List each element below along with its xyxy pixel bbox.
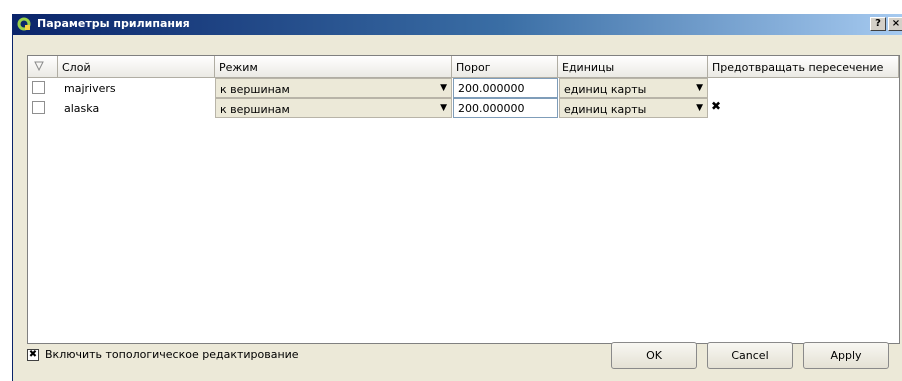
triangle-down-icon: ▼	[696, 103, 703, 113]
filter-triangle-icon	[34, 61, 44, 71]
column-header-layer[interactable]: Слой	[58, 56, 215, 77]
qgis-logo-icon	[17, 17, 31, 31]
close-button[interactable]: ×	[888, 17, 902, 31]
x-check-icon[interactable]: ✖	[711, 100, 721, 112]
snapping-layers-table: Слой Режим Порог Единицы Предотвращать п…	[27, 55, 900, 344]
units-value: единиц карты	[564, 103, 647, 116]
column-header-threshold[interactable]: Порог	[452, 56, 558, 77]
title-bar[interactable]: Параметры прилипания ? ×	[13, 14, 902, 35]
triangle-down-icon: ▼	[440, 103, 447, 113]
mode-select[interactable]: к вершинам ▼	[215, 98, 452, 118]
table-row: alaska к вершинам ▼ 200.000000 единиц ка…	[28, 98, 899, 118]
triangle-down-icon: ▼	[440, 83, 447, 93]
ok-button[interactable]: OK	[611, 342, 697, 369]
column-header-units[interactable]: Единицы	[558, 56, 708, 77]
mode-select[interactable]: к вершинам ▼	[215, 78, 452, 98]
snapping-options-dialog: Параметры прилипания ? × Слой Режим Поро…	[12, 14, 902, 381]
dialog-title: Параметры прилипания	[37, 17, 190, 30]
table-row: majrivers к вершинам ▼ 200.000000 единиц…	[28, 78, 899, 98]
threshold-input[interactable]: 200.000000	[453, 98, 558, 118]
topology-editing-checkbox[interactable]: ✖	[27, 349, 39, 361]
avoid-intersections-cell[interactable]: ✖	[708, 98, 899, 118]
mode-value: к вершинам	[220, 103, 290, 116]
layer-name: majrivers	[64, 82, 116, 95]
mode-value: к вершинам	[220, 83, 290, 96]
threshold-input[interactable]: 200.000000	[453, 78, 558, 98]
units-select[interactable]: единиц карты ▼	[559, 78, 708, 98]
topology-editing-label: Включить топологическое редактирование	[45, 348, 299, 361]
layer-enabled-checkbox[interactable]	[32, 81, 45, 94]
help-button[interactable]: ?	[870, 17, 886, 31]
apply-button[interactable]: Apply	[803, 342, 889, 369]
avoid-intersections-cell[interactable]	[708, 78, 899, 98]
triangle-down-icon: ▼	[696, 83, 703, 93]
header-corner[interactable]	[28, 56, 58, 77]
cancel-button[interactable]: Cancel	[707, 342, 793, 369]
table-header: Слой Режим Порог Единицы Предотвращать п…	[28, 56, 899, 78]
column-header-mode[interactable]: Режим	[215, 56, 452, 77]
layer-name: alaska	[64, 102, 100, 115]
layer-enabled-checkbox[interactable]	[32, 101, 45, 114]
units-select[interactable]: единиц карты ▼	[559, 98, 708, 118]
units-value: единиц карты	[564, 83, 647, 96]
column-header-avoid-intersections[interactable]: Предотвращать пересечение	[708, 56, 899, 77]
